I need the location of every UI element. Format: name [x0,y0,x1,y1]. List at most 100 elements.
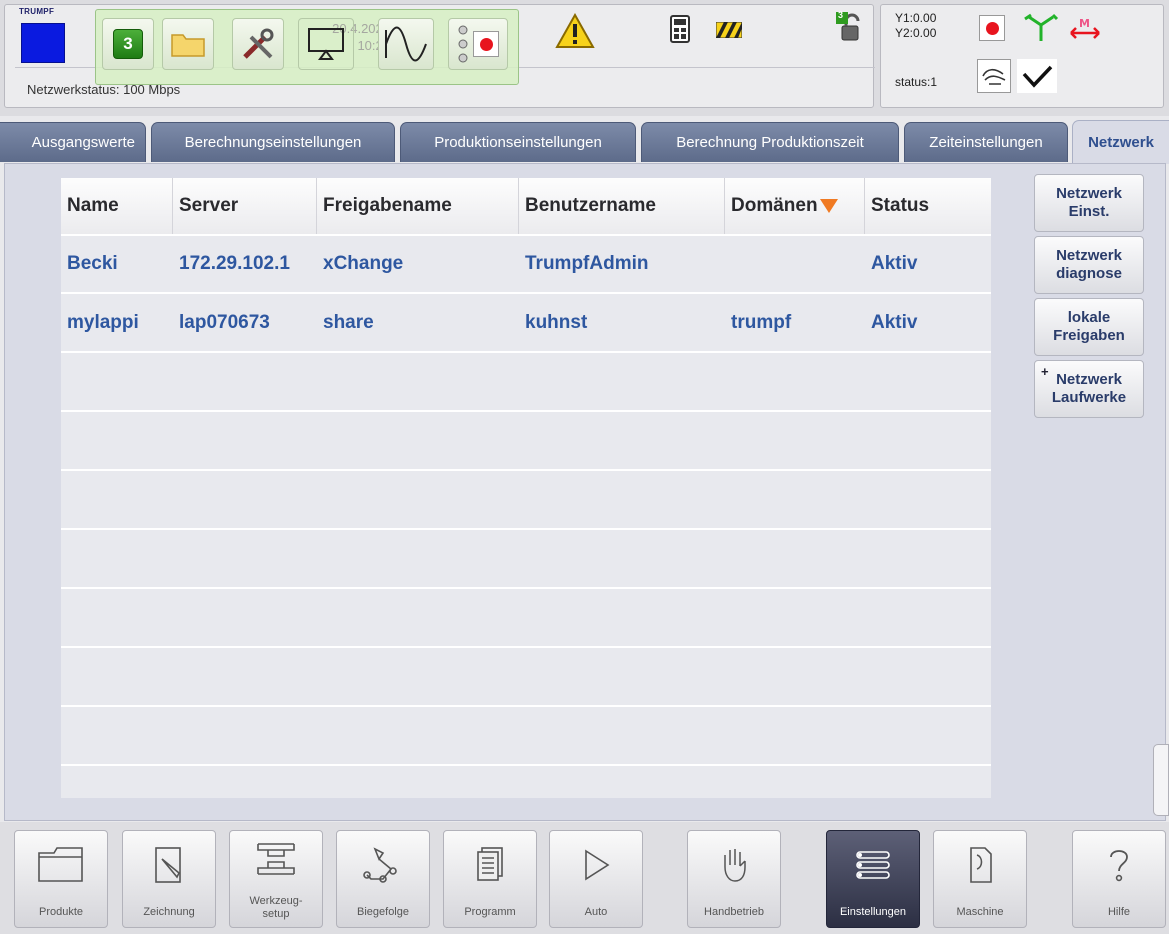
network-diagnosis-line1: Netzwerk [1056,247,1122,264]
sort-descending-icon [819,199,838,213]
col-freigabename-header[interactable]: Freigabename [317,178,519,234]
tab-produktionseinstellungen[interactable]: Produktionseinstellungen [400,122,636,162]
cell-status: Aktiv [871,253,918,274]
cell-freigabename: share [323,312,374,333]
network-drives-button[interactable]: + Netzwerk Laufwerke [1034,360,1144,418]
machine-status-text: status:1 [895,75,938,89]
axis-coords: Y1:0.00 Y2:0.00 [895,11,936,41]
nav-maschine[interactable]: Maschine [933,830,1027,928]
lock-icon[interactable]: 3 [835,10,869,45]
network-panel: Name Server Freigabename Benutzername Do… [4,163,1166,821]
brand-logo-text: TRUMPF [19,7,55,16]
open-folder-button[interactable] [162,18,214,70]
empty-row[interactable] [61,767,991,798]
cell-server: 172.29.102.1 [179,253,290,274]
nav-zeichnung[interactable]: Zeichnung [122,830,216,928]
indicator-lights-icon [458,25,468,63]
checkmark-button[interactable] [1017,59,1057,93]
col-domaenen-header[interactable]: Domänen [725,178,865,234]
tool-setup-icon [257,843,295,875]
empty-row[interactable] [61,708,991,766]
y1-value: Y1:0.00 [895,11,937,25]
cell-freigabename: xChange [323,253,404,274]
nav-werkzeug-setup[interactable]: Werkzeug-setup [229,830,323,928]
table-row[interactable]: Becki 172.29.102.1 xChange TrumpfAdmin A… [61,236,991,294]
local-shares-button[interactable]: lokale Freigaben [1034,298,1144,356]
checkmark-icon [1022,65,1053,88]
settings-list-icon [856,851,890,879]
calculator-icon[interactable] [667,13,693,45]
monitor-button[interactable] [298,18,354,70]
bend-sequence-icon [363,847,397,883]
nav-programm[interactable]: Programm [443,830,537,928]
settings-tabs: Ausgangswerte Berechnungseinstellungen P… [0,118,1169,164]
axis-move-green-icon [1023,13,1059,43]
cell-benutzername: kuhnst [525,312,588,333]
cell-benutzername: TrumpfAdmin [525,253,649,274]
nav-auto-label: Auto [584,906,608,918]
record-toolbar-button[interactable] [448,18,508,70]
nav-produkte[interactable]: Produkte [14,830,108,928]
nav-biegefolge-label: Biegefolge [357,906,409,918]
col-domaenen-label: Domänen [731,195,818,216]
plus-icon: + [1041,364,1049,379]
col-status-header[interactable]: Status [865,178,991,234]
tab-berechnung-produktionszeit[interactable]: Berechnung Produktionszeit [641,122,899,162]
empty-row[interactable] [61,413,991,471]
nav-biegefolge[interactable]: Biegefolge [336,830,430,928]
cell-name: mylappi [67,312,139,333]
empty-row[interactable] [61,354,991,412]
quick-toolbar: 3 20.4.2022 10:20 [95,9,519,85]
table-header: Name Server Freigabename Benutzername Do… [61,178,991,236]
brand-logo-square [21,23,65,63]
network-settings-line1: Netzwerk [1056,185,1122,202]
network-settings-button[interactable]: Netzwerk Einst. [1034,174,1144,232]
empty-row[interactable] [61,649,991,707]
nav-auto[interactable]: Auto [549,830,643,928]
play-icon [585,849,610,881]
hand-sign-button[interactable] [977,59,1011,93]
col-benutzername-header[interactable]: Benutzername [519,178,725,234]
record-button[interactable] [979,15,1005,41]
table-row[interactable]: mylappi lap070673 share kuhnst trumpf Ak… [61,295,991,353]
sine-wave-icon [385,26,427,62]
program-count-button[interactable]: 3 [102,18,154,70]
bottom-navigation: Produkte Zeichnung Werkzeug-setup Biegef… [0,822,1169,934]
nav-handbetrieb-label: Handbetrieb [704,906,764,918]
program-icon [477,847,503,881]
local-shares-line2: Freigaben [1053,327,1125,344]
folder-icon [38,847,83,882]
empty-row[interactable] [61,590,991,648]
warning-icon[interactable] [553,11,597,51]
record-icon [473,31,499,57]
col-name-header[interactable]: Name [61,178,173,234]
empty-row[interactable] [61,531,991,589]
nav-hilfe[interactable]: Hilfe [1072,830,1166,928]
network-diagnosis-button[interactable]: Netzwerk diagnose [1034,236,1144,294]
tools-button[interactable] [232,18,284,70]
tab-netzwerk[interactable]: Netzwerk [1072,120,1169,164]
nav-einstellungen[interactable]: Einstellungen [826,830,920,928]
network-diagnosis-line2: diagnose [1056,265,1122,282]
folder-icon [171,34,205,57]
monitor-icon [308,28,344,60]
tools-icon [243,28,274,59]
tab-ausgangswerte[interactable]: Ausgangswerte [0,122,146,162]
tab-berechnungseinstellungen[interactable]: Berechnungseinstellungen [151,122,395,162]
col-server-header[interactable]: Server [173,178,317,234]
machine-icon [970,847,992,883]
tab-zeiteinstellungen[interactable]: Zeiteinstellungen [904,122,1068,162]
hazard-stripes-icon [715,21,743,39]
network-shares-table: Name Server Freigabename Benutzername Do… [61,178,991,798]
nav-handbetrieb[interactable]: Handbetrieb [687,830,781,928]
empty-row[interactable] [61,472,991,530]
record-dot-icon [979,15,1005,41]
nav-zeichnung-label: Zeichnung [143,906,195,918]
svg-text:M: M [1079,17,1090,30]
axis-move-red-icon: M [1067,15,1103,43]
side-drawer-handle[interactable] [1153,744,1169,816]
signal-button[interactable] [378,18,434,70]
cell-domaenen: trumpf [731,312,792,333]
help-icon [1110,850,1128,882]
network-drives-line2: Laufwerke [1051,389,1127,406]
